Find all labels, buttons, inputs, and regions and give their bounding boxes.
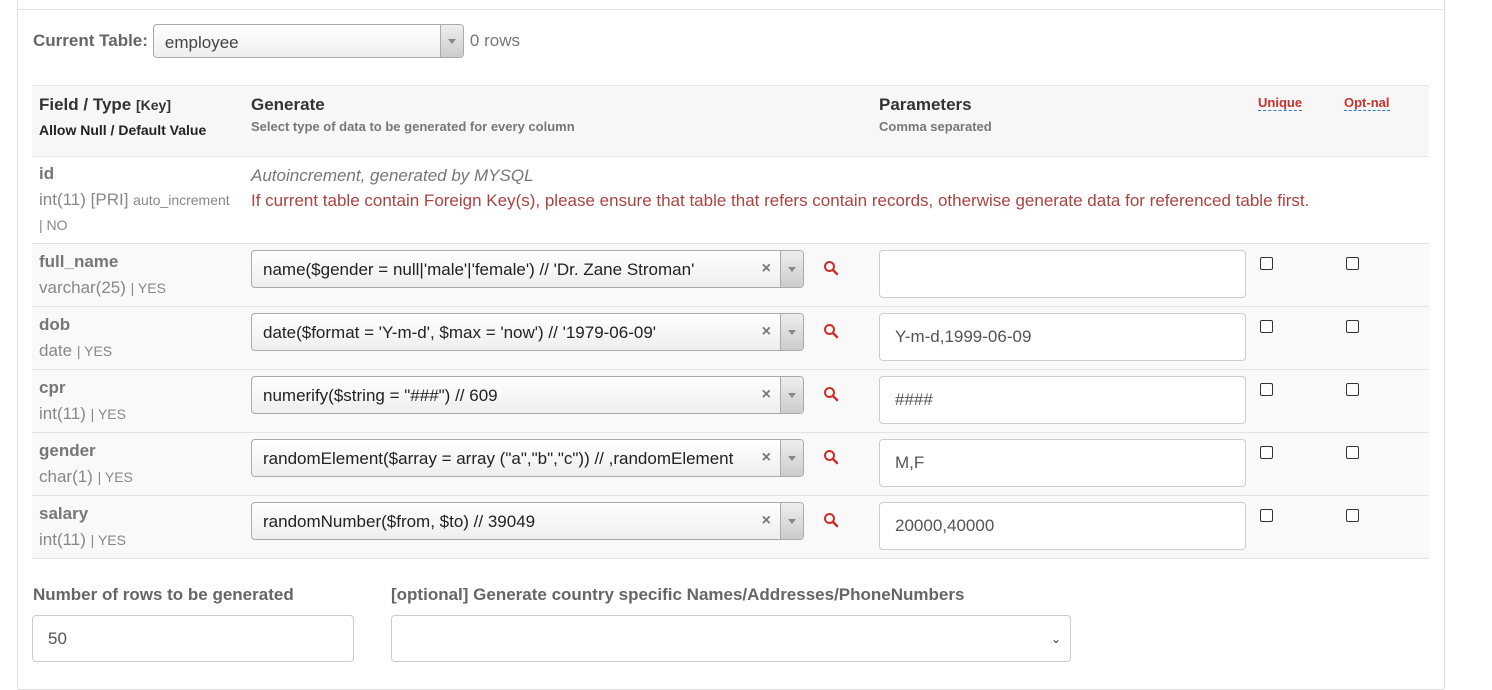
country-select[interactable]: ⌄ <box>391 615 1071 662</box>
search-icon[interactable] <box>823 512 839 528</box>
country-label: [optional] Generate country specific Nam… <box>391 585 965 604</box>
search-icon[interactable] <box>823 260 839 276</box>
field-type: varchar(25) | YES <box>39 278 166 297</box>
rows-to-generate-label: Number of rows to be generated <box>33 585 294 604</box>
current-table-bar: Current Table: employee 0 rows <box>33 23 520 59</box>
header-generate-sub: Select type of data to be generated for … <box>251 119 575 134</box>
chevron-down-icon[interactable] <box>780 314 803 350</box>
current-table-select[interactable]: employee <box>152 24 464 58</box>
header-optional[interactable]: Opt-nal <box>1344 94 1390 112</box>
parameters-input[interactable] <box>879 250 1246 298</box>
generator-value: name($gender = null|'male'|'female') // … <box>263 260 695 279</box>
search-icon[interactable] <box>823 386 839 402</box>
autoincrement-note: Autoincrement, generated by MYSQL <box>251 166 534 185</box>
generator-value: numerify($string = "###") // 609 <box>263 386 498 405</box>
unique-checkbox[interactable] <box>1260 320 1273 333</box>
field-name: cpr <box>39 378 66 397</box>
header-field-type: Field / Type [Key] <box>39 95 172 114</box>
chevron-down-icon[interactable]: ⌄ <box>1051 632 1061 646</box>
optional-checkbox[interactable] <box>1346 383 1359 396</box>
field-type: int(11) [PRI] auto_increment <box>39 190 230 209</box>
table-row: full_name varchar(25) | YES name($gender… <box>32 244 1429 307</box>
optional-checkbox[interactable] <box>1346 257 1359 270</box>
generator-select[interactable]: randomElement($array = array ("a","b","c… <box>251 439 804 477</box>
clear-icon[interactable]: × <box>762 323 771 341</box>
field-name: dob <box>39 315 71 334</box>
generator-value: randomNumber($from, $to) // 39049 <box>263 512 536 531</box>
clear-icon[interactable]: × <box>762 260 771 278</box>
generator-value: randomElement($array = array ("a","b","c… <box>263 449 734 468</box>
table-row: cpr int(11) | YES numerify($string = "##… <box>32 370 1429 433</box>
generator-select[interactable]: name($gender = null|'male'|'female') // … <box>251 250 804 288</box>
chevron-down-icon[interactable] <box>780 440 803 476</box>
generator-select[interactable]: date($format = 'Y-m-d', $max = 'now') //… <box>251 313 804 351</box>
unique-checkbox[interactable] <box>1260 257 1273 270</box>
generator-select[interactable]: numerify($string = "###") // 609 × <box>251 376 804 414</box>
generator-select[interactable]: randomNumber($from, $to) // 39049 × <box>251 502 804 540</box>
table-row: gender char(1) | YES randomElement($arra… <box>32 433 1429 496</box>
clear-icon[interactable]: × <box>762 386 771 404</box>
chevron-down-icon[interactable] <box>780 377 803 413</box>
table-row: salary int(11) | YES randomNumber($from,… <box>32 496 1429 559</box>
clear-icon[interactable]: × <box>762 512 771 530</box>
field-type: char(1) | YES <box>39 467 133 486</box>
field-name: id <box>39 164 55 183</box>
field-type: date | YES <box>39 341 113 360</box>
optional-checkbox[interactable] <box>1346 446 1359 459</box>
header-parameters: Parameters <box>879 95 972 114</box>
table-header: Field / Type [Key] Allow Null / Default … <box>32 85 1429 157</box>
header-unique[interactable]: Unique <box>1258 94 1303 112</box>
table-row: id int(11) [PRI] auto_increment | NO Aut… <box>32 156 1429 244</box>
search-icon[interactable] <box>823 449 839 465</box>
unique-checkbox[interactable] <box>1260 509 1273 522</box>
field-name: full_name <box>39 252 119 271</box>
parameters-input[interactable] <box>879 439 1246 487</box>
current-table-label: Current Table: <box>33 31 148 50</box>
clear-icon[interactable]: × <box>762 449 771 467</box>
chevron-down-icon[interactable] <box>780 503 803 539</box>
parameters-input[interactable] <box>879 502 1246 550</box>
unique-checkbox[interactable] <box>1260 446 1273 459</box>
panel-divider <box>17 9 1443 10</box>
parameters-input[interactable] <box>879 376 1246 424</box>
optional-checkbox[interactable] <box>1346 320 1359 333</box>
search-icon[interactable] <box>823 323 839 339</box>
table-row: dob date | YES date($format = 'Y-m-d', $… <box>32 307 1429 370</box>
field-null: | NO <box>39 217 68 233</box>
rows-to-generate-input[interactable] <box>32 615 354 662</box>
chevron-down-icon[interactable] <box>780 251 803 287</box>
header-generate: Generate <box>251 95 325 114</box>
foreign-key-warning: If current table contain Foreign Key(s),… <box>251 191 1310 210</box>
optional-checkbox[interactable] <box>1346 509 1359 522</box>
generator-value: date($format = 'Y-m-d', $max = 'now') //… <box>263 323 657 342</box>
field-type: int(11) | YES <box>39 404 126 423</box>
header-allow-null: Allow Null / Default Value <box>39 122 207 138</box>
field-name: gender <box>39 441 96 460</box>
row-count: 0 rows <box>469 31 520 50</box>
parameters-input[interactable] <box>879 313 1246 361</box>
field-name: salary <box>39 504 89 523</box>
header-parameters-sub: Comma separated <box>879 119 992 134</box>
current-table-value: employee <box>164 33 239 52</box>
chevron-down-icon[interactable] <box>439 25 463 57</box>
field-type: int(11) | YES <box>39 530 126 549</box>
unique-checkbox[interactable] <box>1260 383 1273 396</box>
